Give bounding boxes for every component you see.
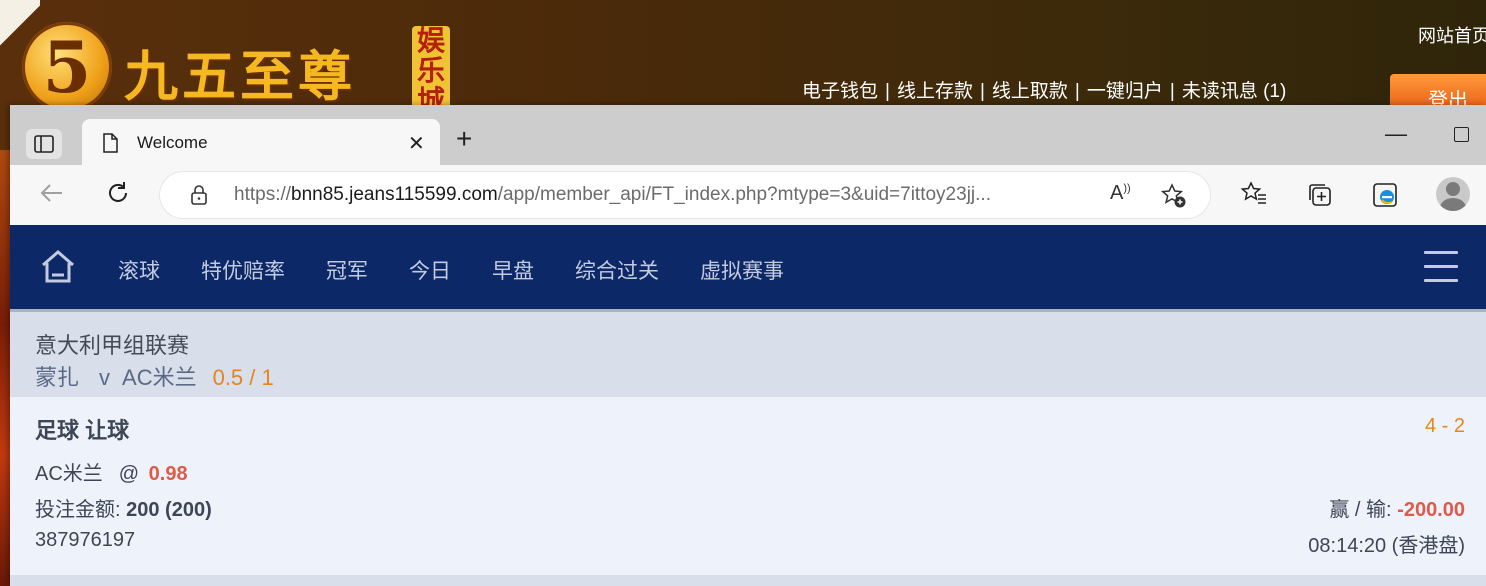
versus-label: v	[99, 365, 111, 390]
site-logo-icon[interactable]: 5	[22, 22, 112, 112]
link-separator: |	[979, 81, 985, 102]
nav-item-champion[interactable]: 冠军	[326, 255, 368, 285]
winlose-label: 赢 / 输:	[1329, 499, 1392, 521]
tab-title: Welcome	[137, 133, 208, 152]
read-aloud-icon[interactable]: A))	[1110, 182, 1131, 205]
account-links: 电子钱包 | 线上存款 | 线上取款 | 一键归户 | 未读讯息 (1)	[802, 76, 1286, 103]
match-header: 意大利甲组联赛 蒙扎 v AC米兰 0.5 / 1	[10, 309, 1486, 397]
home-team: 蒙扎	[35, 365, 80, 390]
maximize-icon[interactable]	[1454, 127, 1469, 142]
next-card-strip	[10, 575, 1486, 586]
tab-actions-icon	[34, 135, 54, 153]
winlose-value: -200.00	[1397, 499, 1465, 521]
bet-type: 足球 让球	[35, 418, 130, 443]
nav-item-parlay[interactable]: 综合过关	[575, 255, 659, 285]
stake-value: 200 (200)	[126, 499, 212, 521]
link-separator: |	[1169, 81, 1175, 102]
site-logo-text[interactable]: 九五至尊	[124, 32, 356, 111]
match-score: 4 - 2	[1424, 415, 1465, 437]
browser-toolbar: https://bnn85.jeans115599.com/app/member…	[10, 165, 1486, 225]
home-icon[interactable]	[38, 247, 78, 287]
away-team: AC米兰	[122, 365, 197, 390]
close-tab-icon[interactable]: ✕	[408, 131, 425, 156]
tab-welcome[interactable]: Welcome ✕	[82, 119, 440, 165]
minimize-icon[interactable]: —	[1385, 121, 1407, 147]
url-text[interactable]: https://bnn85.jeans115599.com/app/member…	[234, 184, 991, 206]
consolidate-link[interactable]: 一键归户	[1087, 81, 1163, 102]
withdraw-link[interactable]: 线上取款	[992, 81, 1068, 102]
home-link[interactable]: 网站首页	[1418, 22, 1486, 48]
bet-selection: AC米兰 @ 0.98	[35, 457, 188, 486]
favorites-icon[interactable]	[1240, 181, 1268, 207]
add-favorite-icon[interactable]	[1160, 182, 1188, 210]
back-arrow-icon[interactable]	[38, 179, 66, 207]
new-tab-button[interactable]: +	[456, 125, 472, 153]
tab-strip: Welcome ✕ + —	[10, 105, 1486, 165]
main-nav: 滚球 特优赔率 冠军 今日 早盘 综合过关 虚拟赛事	[10, 225, 1486, 309]
nav-items: 滚球 特优赔率 冠军 今日 早盘 综合过关 虚拟赛事	[118, 255, 825, 285]
deposit-link[interactable]: 线上存款	[897, 81, 973, 102]
browser-window: Welcome ✕ + — https://bnn85.jeans115599.…	[10, 105, 1486, 586]
logo-digit: 5	[42, 26, 92, 109]
bet-card: 足球 让球 4 - 2 AC米兰 @ 0.98 投注金额: 200 (200) 赢…	[10, 397, 1486, 575]
address-bar[interactable]: https://bnn85.jeans115599.com/app/member…	[160, 172, 1210, 218]
wallet-link[interactable]: 电子钱包	[802, 81, 878, 102]
site-logo-badge: 娱乐城	[412, 26, 450, 110]
handicap-value: 0.5 / 1	[212, 365, 274, 390]
nav-item-virtual[interactable]: 虚拟赛事	[700, 255, 784, 285]
profile-avatar[interactable]	[1436, 177, 1470, 211]
nav-item-special-odds[interactable]: 特优赔率	[201, 255, 285, 285]
lock-icon[interactable]	[190, 185, 208, 205]
page-icon	[103, 133, 118, 153]
ticket-id: 387976197	[35, 529, 136, 551]
url-host: bnn85.jeans115599.com	[291, 184, 498, 205]
refresh-icon[interactable]	[104, 179, 132, 207]
url-path: /app/member_api/FT_index.php?mtype=3&uid…	[497, 184, 991, 205]
nav-item-early[interactable]: 早盘	[492, 255, 534, 285]
nav-item-today[interactable]: 今日	[409, 255, 451, 285]
odds-value: 0.98	[148, 463, 188, 485]
url-prefix: https://	[234, 184, 292, 205]
hamburger-menu-icon[interactable]	[1424, 251, 1458, 293]
league-name: 意大利甲组联赛	[35, 333, 190, 358]
stake-label: 投注金额:	[35, 499, 121, 521]
stake-row: 投注金额: 200 (200)	[35, 493, 212, 522]
winlose-row: 赢 / 输: -200.00	[1329, 493, 1465, 522]
link-separator: |	[1074, 81, 1080, 102]
at-symbol: @	[118, 463, 140, 485]
collections-icon[interactable]	[1306, 181, 1334, 209]
bet-time: 08:14:20 (香港盘)	[1308, 535, 1465, 557]
ie-mode-icon[interactable]	[1372, 181, 1400, 209]
match-teams: 蒙扎 v AC米兰 0.5 / 1	[35, 360, 274, 392]
tab-actions-button[interactable]	[26, 129, 62, 159]
selected-team: AC米兰	[35, 463, 103, 485]
nav-item-live[interactable]: 滚球	[118, 255, 160, 285]
unread-messages-link[interactable]: 未读讯息 (1)	[1182, 81, 1287, 102]
link-separator: |	[885, 81, 890, 102]
